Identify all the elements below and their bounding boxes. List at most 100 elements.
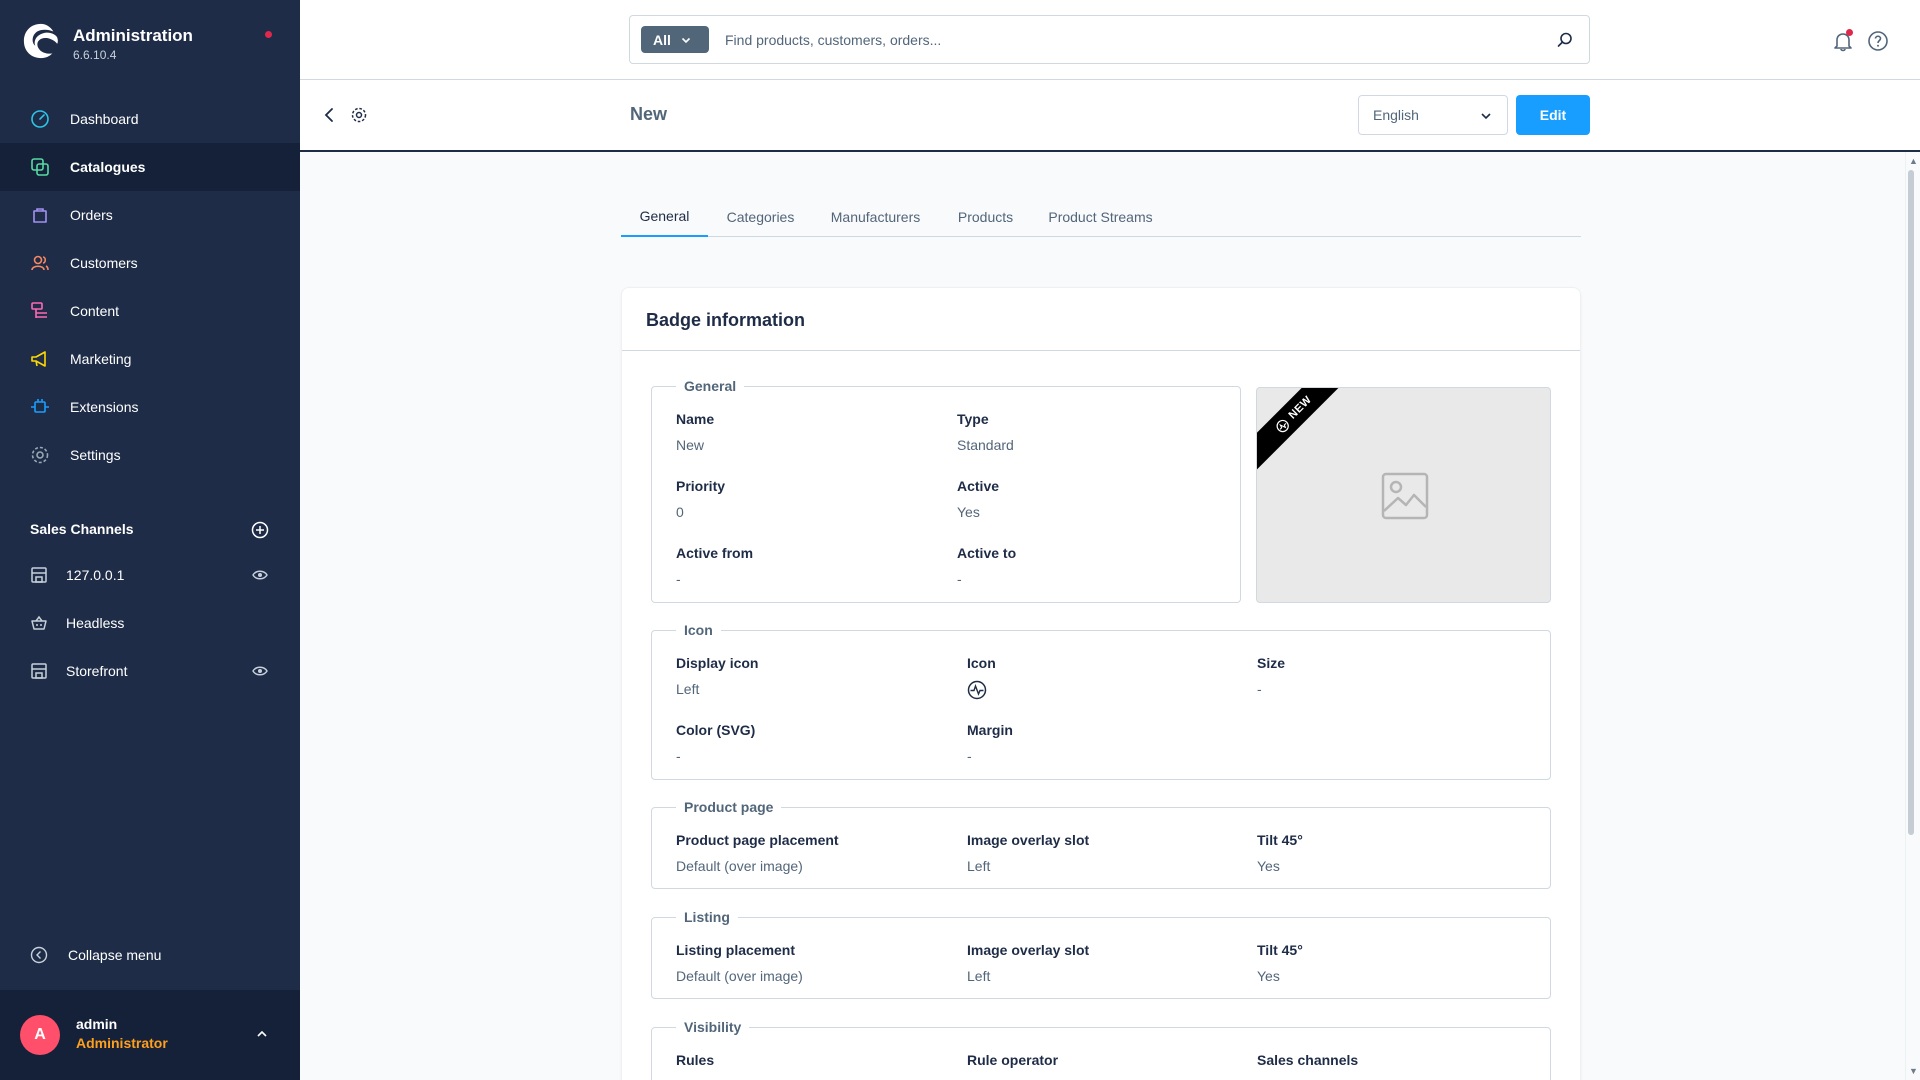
help-icon[interactable] xyxy=(1867,30,1889,52)
color-svg-label: Color (SVG) xyxy=(676,722,756,738)
language-select-value: English xyxy=(1373,107,1419,123)
activity-icon xyxy=(1276,419,1289,432)
app-title: Administration xyxy=(73,26,193,45)
eye-icon[interactable] xyxy=(252,567,268,583)
product-page-placement-label: Product page placement xyxy=(676,832,839,848)
tab-product-streams[interactable]: Product Streams xyxy=(1033,197,1168,237)
nav-label: Dashboard xyxy=(70,111,139,127)
nav-item-dashboard[interactable]: Dashboard xyxy=(0,95,300,143)
shopping-bag-icon xyxy=(30,205,50,225)
collapse-menu-button[interactable]: Collapse menu xyxy=(30,946,161,964)
add-sales-channel-icon[interactable] xyxy=(251,521,269,539)
sales-channel-item[interactable]: 127.0.0.1 xyxy=(0,551,300,599)
scroll-up-arrow-icon[interactable]: ▲ xyxy=(1909,156,1918,166)
image-overlay-slot-value: Left xyxy=(967,858,991,874)
sales-channel-item[interactable]: Storefront xyxy=(0,647,300,695)
sales-channel-item[interactable]: Headless xyxy=(0,599,300,647)
eye-icon[interactable] xyxy=(252,663,268,679)
nav-item-catalogues[interactable]: Catalogues xyxy=(0,143,300,191)
tilt-label: Tilt 45° xyxy=(1257,832,1303,848)
image-overlay-slot-value: Left xyxy=(967,968,991,984)
active-to-label: Active to xyxy=(957,545,1017,561)
scrollbar-thumb[interactable] xyxy=(1908,170,1914,835)
gear-icon[interactable] xyxy=(350,106,368,124)
user-role: Administrator xyxy=(76,1035,168,1051)
back-arrow-icon[interactable] xyxy=(321,106,337,124)
brand[interactable]: Administration 6.6.10.4 xyxy=(22,22,292,66)
type-label: Type xyxy=(957,411,989,427)
active-to-value: - xyxy=(957,571,962,587)
color-svg-value: - xyxy=(676,748,681,764)
nav-item-content[interactable]: Content xyxy=(0,287,300,335)
gear-icon xyxy=(30,445,50,465)
name-label: Name xyxy=(676,411,715,427)
image-overlay-slot-label: Image overlay slot xyxy=(967,832,1090,848)
tab-products[interactable]: Products xyxy=(938,197,1033,237)
badge-ribbon: NEW xyxy=(1257,388,1357,477)
visibility-fieldset: Visibility xyxy=(651,1019,1551,1080)
scroll-down-arrow-icon[interactable]: ▼ xyxy=(1909,1066,1918,1076)
search-icon[interactable] xyxy=(1556,31,1574,49)
nav-label: Orders xyxy=(70,207,113,223)
chevron-up-icon[interactable] xyxy=(255,1027,269,1041)
margin-value: - xyxy=(967,748,972,764)
notification-dot xyxy=(1846,29,1853,36)
general-fieldset: General xyxy=(651,378,1241,603)
collapse-menu-label: Collapse menu xyxy=(68,947,162,963)
activity-icon xyxy=(967,680,987,700)
icon-label: Icon xyxy=(967,655,996,671)
active-from-value: - xyxy=(676,571,681,587)
tab-categories[interactable]: Categories xyxy=(708,197,813,237)
display-icon-label: Display icon xyxy=(676,655,759,671)
gauge-icon xyxy=(30,109,50,129)
global-search: All xyxy=(629,15,1590,64)
product-page-placement-value: Default (over image) xyxy=(676,858,803,874)
nav-label: Customers xyxy=(70,255,138,271)
plug-icon xyxy=(30,397,50,417)
card-title: Badge information xyxy=(646,310,806,330)
sales-channels-label: Sales channels xyxy=(1257,1052,1359,1068)
listing-placement-value: Default (over image) xyxy=(676,968,803,984)
nav-item-customers[interactable]: Customers xyxy=(0,239,300,287)
tab-general[interactable]: General xyxy=(621,197,708,237)
nav-item-orders[interactable]: Orders xyxy=(0,191,300,239)
notifications-button[interactable] xyxy=(1832,29,1854,52)
edit-button[interactable]: Edit xyxy=(1516,95,1590,135)
active-label: Active xyxy=(957,478,1000,494)
nav-item-extensions[interactable]: Extensions xyxy=(0,383,300,431)
fieldset-legend: Product page xyxy=(684,799,774,815)
fieldset-legend: Icon xyxy=(684,622,713,638)
users-icon xyxy=(30,253,50,273)
badge-preview: NEW xyxy=(1256,387,1551,603)
fieldset-legend: Listing xyxy=(684,909,730,925)
active-from-label: Active from xyxy=(676,545,754,561)
tab-manufacturers[interactable]: Manufacturers xyxy=(813,197,938,237)
chevron-down-icon xyxy=(1481,113,1491,120)
nav-item-marketing[interactable]: Marketing xyxy=(0,335,300,383)
sales-channel-label: Headless xyxy=(66,615,125,631)
tilt-value: Yes xyxy=(1257,858,1280,874)
language-select[interactable]: English xyxy=(1358,95,1508,135)
nav-item-settings[interactable]: Settings xyxy=(0,431,300,479)
tab-bar: General Categories Manufacturers Product… xyxy=(621,197,1581,237)
fieldset-legend: General xyxy=(684,378,737,394)
search-input[interactable] xyxy=(725,28,1525,52)
size-value: - xyxy=(1257,681,1262,697)
priority-label: Priority xyxy=(676,478,726,494)
image-placeholder-icon xyxy=(1381,472,1429,520)
tilt-value: Yes xyxy=(1257,968,1280,984)
priority-value: 0 xyxy=(676,504,684,520)
size-label: Size xyxy=(1257,655,1286,671)
storefront-icon xyxy=(30,662,48,680)
nav-label: Extensions xyxy=(70,399,139,415)
sales-channel-label: Storefront xyxy=(66,663,128,679)
status-dot xyxy=(265,31,272,38)
listing-placement-label: Listing placement xyxy=(676,942,796,958)
nav-label: Settings xyxy=(70,447,121,463)
sales-channel-list: 127.0.0.1 Headless Storefront xyxy=(0,551,300,695)
user-menu[interactable]: A admin Administrator xyxy=(0,990,300,1080)
main-nav: Dashboard Catalogues Orders Customers Co… xyxy=(0,95,300,479)
rule-operator-label: Rule operator xyxy=(967,1052,1059,1068)
active-value: Yes xyxy=(957,504,980,520)
search-type-dropdown[interactable]: All xyxy=(641,26,709,53)
